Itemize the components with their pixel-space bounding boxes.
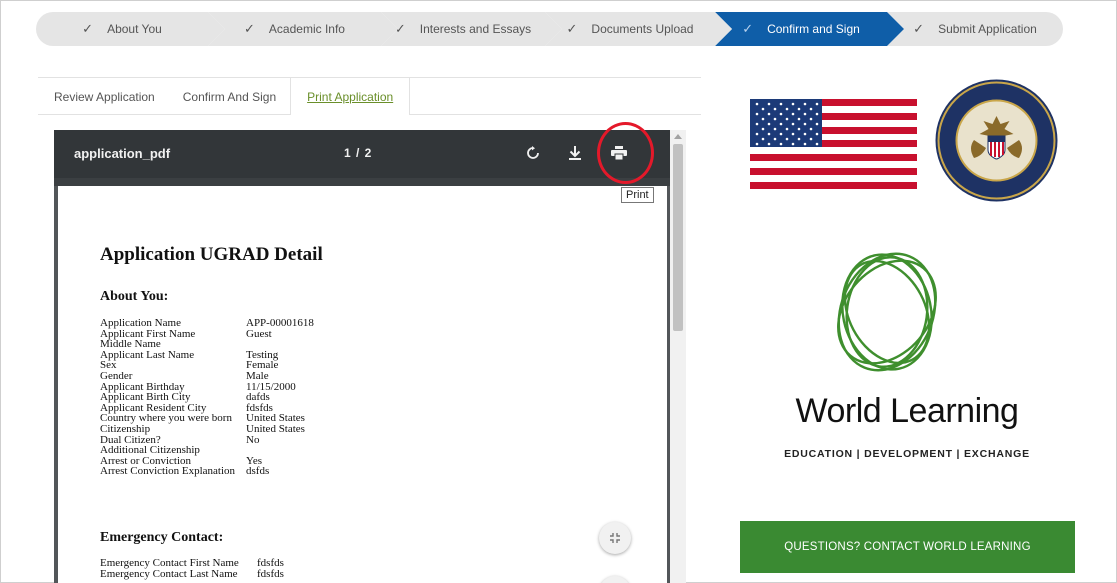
field-row: Arrest Conviction Explanation dsfds [100, 465, 270, 478]
scrollbar-thumb[interactable] [673, 144, 683, 331]
about-you-fields: Application Name APP-00001618 Applicant F… [100, 318, 314, 477]
page-indicator: 1 / 2 [344, 146, 373, 160]
field-row: Citizenship United States [100, 422, 305, 435]
check-icon: ✓ [566, 21, 578, 36]
progress-steps: ✓ About You ✓ Academic Info ✓ Interests … [36, 12, 1063, 46]
step-interests-essays[interactable]: ✓ Interests and Essays [381, 12, 562, 46]
viewer-scrollbar[interactable] [670, 130, 686, 583]
check-icon: ✓ [244, 21, 255, 36]
download-icon[interactable] [566, 144, 584, 162]
field-row: Emergency Contact Last Name fdsfds [100, 567, 284, 580]
pdf-viewer: application_pdf 1 / 2 Application UGRAD … [54, 130, 686, 583]
field-row: Gender Male [100, 369, 269, 382]
field-row: Application Name APP-00001618 [100, 317, 314, 329]
pdf-toolbar: application_pdf 1 / 2 [54, 130, 670, 178]
check-icon: ✓ [82, 21, 94, 36]
emergency-contact-fields: Emergency Contact First Name fdsfds Emerg… [100, 558, 284, 579]
department-of-state-seal-image [935, 79, 1058, 202]
step-label: Submit Application [938, 22, 1037, 36]
pdf-page: Application UGRAD Detail About You: Appl… [58, 186, 667, 583]
fit-page-icon [610, 533, 620, 543]
world-learning-tagline: EDUCATION | DEVELOPMENT | EXCHANGE [784, 448, 1030, 460]
contact-world-learning-button[interactable]: QUESTIONS? CONTACT WORLD LEARNING [740, 521, 1075, 573]
step-label: Confirm and Sign [767, 22, 860, 36]
document-title: Application UGRAD Detail [100, 244, 323, 265]
section-heading: Emergency Contact: [100, 530, 224, 545]
step-documents-upload[interactable]: ✓ Documents Upload [545, 12, 732, 46]
field-row: Applicant Last Name Testing [100, 348, 279, 361]
print-tooltip: Print [621, 187, 654, 203]
step-label: Documents Upload [591, 22, 694, 36]
field-row: Emergency Contact First Name fdsfds [100, 557, 284, 569]
tab-confirm-and-sign[interactable]: Confirm And Sign [169, 78, 290, 115]
application-tabs: Review Application Confirm And Sign Prin… [38, 77, 701, 115]
field-row: Sex Female [100, 359, 279, 372]
step-label: Interests and Essays [419, 22, 532, 36]
world-learning-logo-image [837, 252, 937, 372]
tab-review-application[interactable]: Review Application [38, 78, 169, 115]
step-submit-application[interactable]: ✓ Submit Application [887, 12, 1063, 46]
fit-page-button[interactable] [599, 522, 631, 554]
step-academic-info[interactable]: ✓ Academic Info [208, 12, 398, 46]
step-about-you[interactable]: ✓ About You [36, 12, 225, 46]
pdf-filename: application_pdf [74, 146, 171, 161]
us-flag-image [750, 99, 917, 189]
highlight-circle [597, 122, 654, 184]
section-heading: About You: [100, 289, 169, 304]
step-label: About You [107, 22, 162, 36]
world-learning-title: World Learning [795, 392, 1019, 430]
step-label: Academic Info [268, 22, 345, 36]
rotate-icon[interactable] [524, 144, 542, 162]
tab-print-application[interactable]: Print Application [290, 78, 411, 115]
step-confirm-sign[interactable]: ✓ Confirm and Sign [715, 12, 904, 46]
check-icon: ✓ [913, 21, 925, 36]
check-icon: ✓ [742, 21, 754, 36]
